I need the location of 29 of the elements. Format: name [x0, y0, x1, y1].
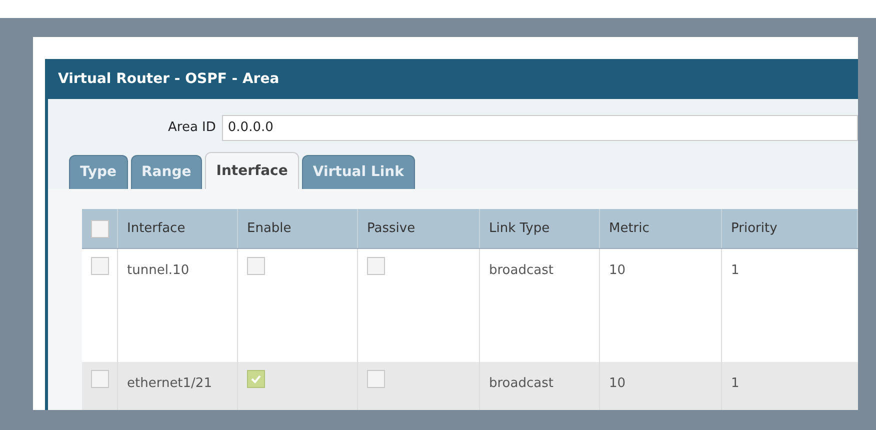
table-cell: 10 — [609, 263, 626, 278]
column-header: Metric — [600, 209, 722, 248]
tab[interactable]: Interface — [205, 152, 299, 189]
column-header: Passive — [358, 209, 480, 248]
checkbox[interactable] — [367, 370, 385, 388]
column-header: Interface — [118, 209, 238, 248]
checkbox[interactable] — [90, 370, 108, 388]
table-cell: ethernet1/21 — [127, 376, 212, 391]
table-cell: 1 — [731, 263, 740, 278]
area-id-label: Area ID — [168, 119, 216, 138]
table-cell: broadcast — [489, 376, 554, 391]
column-header: Link Type — [480, 209, 600, 248]
column-header: Priority — [722, 209, 858, 248]
table-cell: 1 — [731, 376, 740, 391]
checkbox[interactable] — [367, 257, 385, 275]
tab[interactable]: Type — [69, 155, 128, 189]
tab[interactable]: Range — [130, 155, 202, 189]
table-cell: tunnel.10 — [127, 263, 190, 278]
dialog-title: Virtual Router - OSPF - Area — [57, 70, 280, 88]
table-cell: broadcast — [489, 263, 554, 278]
checkbox[interactable] — [90, 220, 108, 238]
checkbox[interactable] — [247, 257, 265, 275]
checkmark-icon — [250, 373, 262, 385]
area-id-field[interactable]: 0.0.0.0 — [222, 115, 858, 141]
table-cell: 10 — [609, 376, 626, 391]
checkbox[interactable] — [90, 257, 108, 275]
checkbox[interactable] — [247, 370, 265, 388]
tab[interactable]: Virtual Link — [302, 155, 415, 189]
column-header: Enable — [238, 209, 358, 248]
